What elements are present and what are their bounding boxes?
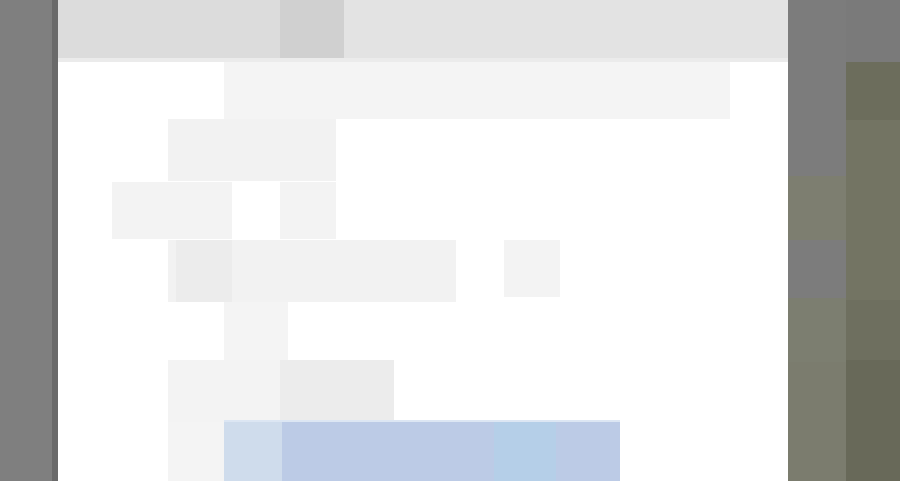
selected-item-tail — [556, 422, 620, 481]
list-item-highlight — [280, 360, 394, 422]
right-frame-tint — [788, 362, 846, 481]
list-item[interactable] — [224, 302, 288, 360]
window-body — [58, 62, 788, 481]
list-item[interactable] — [168, 422, 224, 481]
selected-item-accent — [494, 422, 556, 481]
right-frame-tint — [788, 298, 846, 362]
side-panel-section — [846, 120, 900, 300]
list-item[interactable] — [112, 182, 336, 239]
side-panel-bottom — [846, 360, 900, 481]
selected-item-label — [282, 422, 494, 481]
header-active-segment[interactable] — [280, 0, 344, 58]
list-item[interactable] — [168, 119, 336, 181]
list-item-badge — [504, 240, 560, 297]
window-header — [58, 0, 788, 58]
side-panel-top — [846, 0, 900, 62]
list-item-gap — [232, 182, 280, 239]
header-left-segment[interactable] — [58, 0, 280, 58]
selected-list-item[interactable] — [224, 420, 620, 481]
left-frame — [0, 0, 52, 481]
header-right-segment[interactable] — [344, 0, 788, 58]
list-item-icon — [176, 240, 232, 302]
selected-item-icon — [224, 422, 282, 481]
list-item-banner[interactable] — [224, 62, 730, 119]
screen — [0, 0, 900, 481]
app-window — [58, 0, 788, 481]
side-panel-section — [846, 62, 900, 120]
right-frame-tint — [788, 176, 846, 240]
side-panel-section — [846, 300, 900, 360]
